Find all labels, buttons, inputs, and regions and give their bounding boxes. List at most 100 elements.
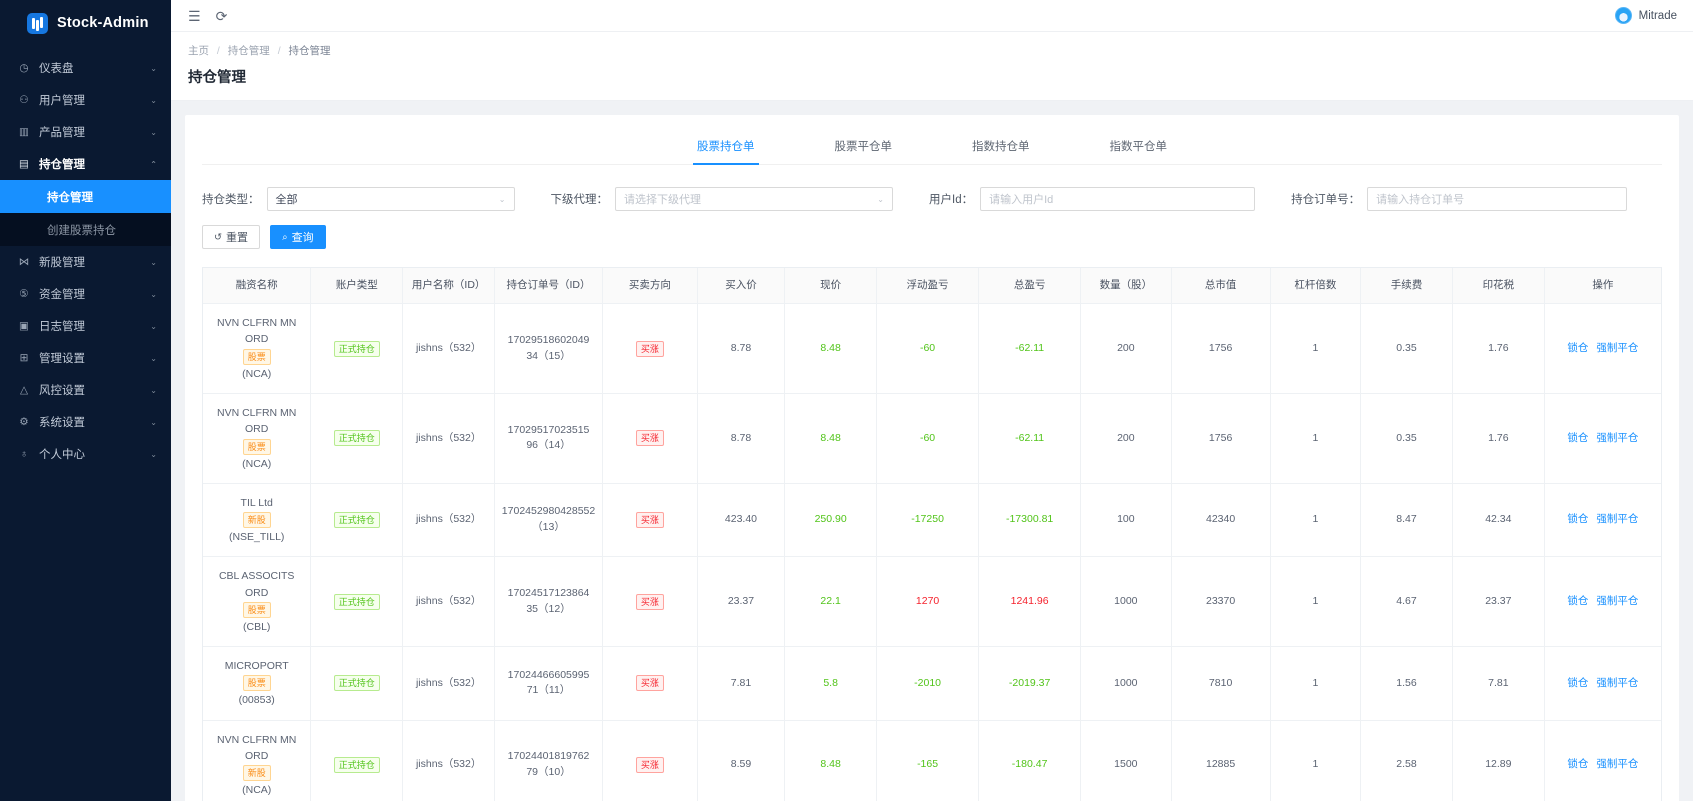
sidebar-subitem-1[interactable]: 创建股票持仓	[0, 213, 171, 246]
filter-actions: ↺ 重置 ⌕ 查询	[185, 211, 1679, 249]
reset-button[interactable]: ↺ 重置	[202, 225, 260, 249]
chevron-icon: ⌄	[150, 95, 157, 105]
column-header-1: 账户类型	[310, 268, 404, 305]
chevron-down-icon: ⌄	[498, 194, 506, 204]
cell-user: jishns（532）	[402, 646, 496, 721]
collapse-menu-icon[interactable]: ☰	[188, 9, 201, 23]
cell-name: MICROPORT 股票 (00853)	[203, 646, 312, 721]
lock-position-link[interactable]: 锁仓	[1567, 342, 1588, 354]
sidebar-item-4[interactable]: ⋈ 新股管理 ⌄	[0, 246, 171, 278]
sidebar-nav: ◷ 仪表盘 ⌄ ⚇ 用户管理 ⌄ ▥ 产品管理 ⌄ ▤ 持仓管理 ⌃ 持仓管理 创建股票持仓 ⋈ 新股管理 ⌄ ⑤…	[0, 52, 171, 470]
instrument-badge: 股票	[242, 438, 271, 455]
account-type-badge: 正式持仓	[333, 675, 380, 692]
sidebar-item-1[interactable]: ⚇ 用户管理 ⌄	[0, 84, 171, 116]
column-header-5: 买入价	[697, 268, 786, 305]
lock-position-link[interactable]: 锁仓	[1567, 513, 1588, 525]
direction-badge: 买涨	[635, 593, 664, 610]
breadcrumb-section[interactable]: 持仓管理	[228, 45, 270, 57]
search-button-label: 查询	[291, 232, 314, 244]
sidebar-item-5[interactable]: ⑤ 资金管理 ⌄	[0, 278, 171, 310]
cell-leverage: 1	[1270, 393, 1362, 484]
chevron-icon: ⌄	[150, 257, 157, 267]
sidebar: Stock-Admin ◷ 仪表盘 ⌄ ⚇ 用户管理 ⌄ ▥ 产品管理 ⌄ ▤ 持仓管理 ⌃ 持仓管理创…	[0, 0, 171, 801]
direction-badge: 买涨	[635, 675, 664, 692]
lock-position-link[interactable]: 锁仓	[1567, 758, 1588, 770]
lock-position-link[interactable]: 锁仓	[1567, 432, 1588, 444]
sidebar-item-2[interactable]: ▥ 产品管理 ⌄	[0, 116, 171, 148]
order-no-line2: 71（11）	[526, 684, 571, 697]
lock-position-link[interactable]: 锁仓	[1567, 595, 1588, 607]
cell-market-value: 42340	[1171, 483, 1271, 558]
cell-account-type: 正式持仓	[310, 303, 404, 395]
cell-actions: 锁仓 强制平仓	[1544, 720, 1661, 801]
chevron-icon: ⌄	[150, 353, 157, 363]
cell-account-type: 正式持仓	[310, 393, 404, 484]
cell-fee: 8.47	[1360, 483, 1453, 558]
table-row: MICROPORT 股票 (00853) 正式持仓 jishns（532） 1702446…	[203, 646, 1661, 721]
tab-0[interactable]: 股票持仓单	[693, 131, 758, 165]
cell-fee: 0.35	[1360, 393, 1453, 484]
sidebar-item-label: 用户管理	[39, 95, 85, 107]
lock-position-link[interactable]: 锁仓	[1567, 677, 1588, 689]
cell-current-price: 250.90	[784, 483, 878, 558]
sidebar-subitem-0[interactable]: 持仓管理	[0, 180, 171, 213]
position-type-select[interactable]: 全部 ⌄	[266, 187, 515, 211]
refresh-icon[interactable]: ⟳	[216, 9, 228, 23]
breadcrumb-home[interactable]: 主页	[188, 45, 209, 57]
direction-badge: 买涨	[635, 430, 664, 447]
positions-table: 融资名称 账户类型 用户名称（ID） 持仓订单号（ID） 买卖方向 买入价 现价 浮动盈亏 总盈…	[203, 268, 1661, 801]
brand-name: Stock-Admin	[57, 15, 149, 31]
cell-total-pl: -180.47	[978, 720, 1082, 801]
cell-tax: 1.76	[1452, 393, 1545, 484]
cell-float-pl: -60	[876, 393, 980, 484]
sidebar-item-0[interactable]: ◷ 仪表盘 ⌄	[0, 52, 171, 84]
sidebar-item-9[interactable]: ⚙ 系统设置 ⌄	[0, 406, 171, 438]
sub-agent-select[interactable]: 请选择下级代理 ⌄	[615, 187, 893, 211]
filter-position-type: 持仓类型： 全部 ⌄	[202, 187, 515, 211]
chevron-icon: ⌄	[150, 385, 157, 395]
instrument-badge: 股票	[242, 601, 271, 618]
cell-current-price: 8.48	[784, 393, 878, 484]
tab-3[interactable]: 指数平仓单	[1110, 131, 1168, 165]
user-name: Mitrade	[1638, 9, 1677, 22]
sidebar-item-7[interactable]: ⊞ 管理设置 ⌄	[0, 342, 171, 374]
cell-direction: 买涨	[602, 303, 698, 395]
user-id-placeholder: 请输入用户Id	[989, 194, 1054, 206]
chevron-icon: ⌄	[150, 321, 157, 331]
direction-badge: 买涨	[635, 340, 664, 357]
cell-order-no: 17024466605995 71（11）	[494, 646, 603, 721]
sidebar-item-6[interactable]: ▣ 日志管理 ⌄	[0, 310, 171, 342]
cell-current-price: 22.1	[784, 556, 878, 648]
sidebar-item-3[interactable]: ▤ 持仓管理 ⌃	[0, 148, 171, 180]
force-close-link[interactable]: 强制平仓	[1596, 595, 1638, 607]
breadcrumb-sep-2: /	[277, 45, 281, 57]
cell-total-pl: -62.11	[978, 393, 1082, 484]
warning-icon: △	[19, 383, 29, 396]
cell-direction: 买涨	[602, 393, 698, 484]
user-menu[interactable]: Mitrade	[1614, 7, 1677, 24]
main-area: ☰ ⟳ Mitrade 主页 / 持仓管理 / 持仓管理 持仓管理 股票持仓单股…	[171, 0, 1693, 801]
force-close-link[interactable]: 强制平仓	[1596, 432, 1638, 444]
tab-2[interactable]: 指数持仓单	[972, 131, 1030, 165]
filter-order-no-label: 持仓订单号：	[1291, 194, 1361, 206]
instrument-name: MICROPORT	[224, 660, 289, 673]
force-close-link[interactable]: 强制平仓	[1596, 677, 1638, 689]
tab-1[interactable]: 股票平仓单	[835, 131, 893, 165]
force-close-link[interactable]: 强制平仓	[1596, 342, 1638, 354]
chart-icon: ▥	[19, 125, 29, 138]
search-button[interactable]: ⌕ 查询	[269, 225, 326, 249]
cell-leverage: 1	[1270, 303, 1362, 395]
force-close-link[interactable]: 强制平仓	[1596, 513, 1638, 525]
person-icon: ♁	[20, 447, 28, 460]
order-no-line2: 34（15）	[526, 349, 571, 362]
cell-total-pl: -2019.37	[978, 646, 1082, 721]
sidebar-item-8[interactable]: △ 风控设置 ⌄	[0, 374, 171, 406]
user-id-input[interactable]: 请输入用户Id	[980, 187, 1256, 211]
order-no-input[interactable]: 请输入持仓订单号	[1367, 187, 1628, 211]
cell-current-price: 8.48	[784, 303, 878, 395]
sidebar-item-10[interactable]: ♁ 个人中心 ⌄	[0, 438, 171, 470]
cell-order-no: 17029518602049 34（15）	[494, 303, 603, 395]
force-close-link[interactable]: 强制平仓	[1596, 758, 1638, 770]
cell-quantity: 1500	[1080, 720, 1172, 801]
account-type-badge: 正式持仓	[333, 340, 380, 357]
